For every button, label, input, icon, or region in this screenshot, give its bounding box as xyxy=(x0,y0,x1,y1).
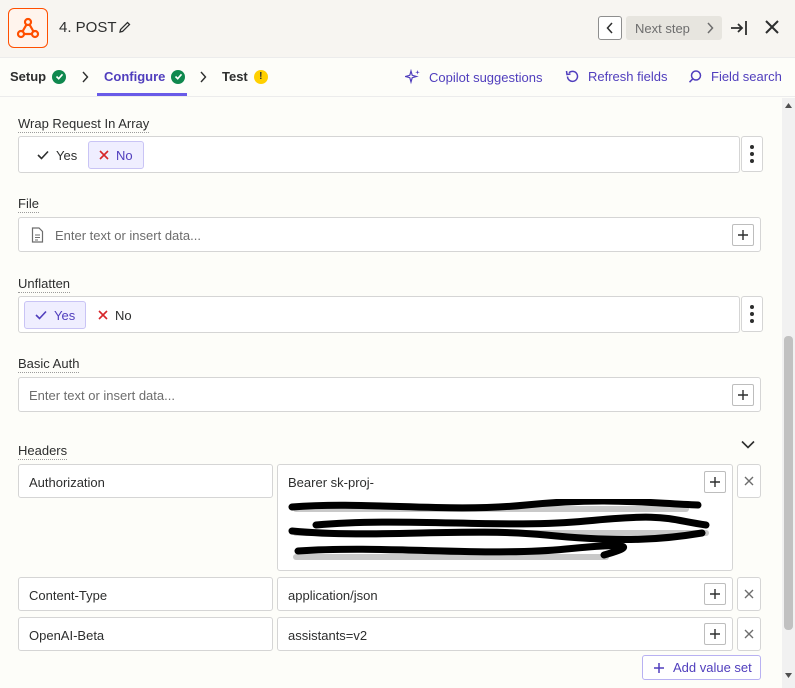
insert-data-button[interactable] xyxy=(732,384,754,406)
header-key-content-type[interactable]: Content-Type xyxy=(18,577,273,611)
plus-icon xyxy=(738,230,748,240)
check-circle-icon xyxy=(171,69,186,84)
collapse-panel-icon[interactable] xyxy=(729,18,749,38)
refresh-label: Refresh fields xyxy=(588,69,668,84)
scrollbar[interactable] xyxy=(782,98,795,688)
previous-step-button[interactable] xyxy=(598,16,622,40)
remove-header-button[interactable] xyxy=(737,577,761,611)
chevron-right-icon xyxy=(82,71,89,83)
basic-auth-label: Basic Auth xyxy=(18,356,80,373)
plus-icon xyxy=(710,589,720,599)
step-header: 4. POST Next step xyxy=(0,0,795,58)
chevron-right-icon xyxy=(707,22,714,34)
refresh-fields-button[interactable]: Refresh fields xyxy=(565,69,667,84)
more-options-icon[interactable] xyxy=(741,296,763,332)
authorization-value-text: Bearer sk-proj- xyxy=(288,475,374,490)
tab-setup[interactable]: Setup xyxy=(10,69,67,84)
more-options-icon[interactable] xyxy=(741,136,763,172)
redaction-scribble xyxy=(288,499,710,560)
remove-header-button[interactable] xyxy=(737,617,761,651)
wrap-request-no-option[interactable]: No xyxy=(88,141,144,169)
chevron-down-icon[interactable] xyxy=(741,440,755,449)
unflatten-yes-option[interactable]: Yes xyxy=(24,301,87,329)
content-type-value-text: application/json xyxy=(288,588,378,603)
insert-data-button[interactable] xyxy=(704,583,726,605)
header-value-openai-beta[interactable]: assistants=v2 xyxy=(277,617,733,651)
openai-beta-value-text: assistants=v2 xyxy=(288,628,368,643)
remove-header-button[interactable] xyxy=(737,464,761,498)
yes-label: Yes xyxy=(54,307,76,323)
search-icon xyxy=(688,70,702,83)
sparkle-icon xyxy=(405,69,420,85)
insert-data-button[interactable] xyxy=(704,623,726,645)
chevron-left-icon xyxy=(606,22,613,34)
next-step-label: Next step xyxy=(635,20,690,36)
unflatten-no-option[interactable]: No xyxy=(88,301,142,329)
scrollbar-thumb[interactable] xyxy=(784,336,793,630)
pencil-icon[interactable] xyxy=(118,20,132,34)
scroll-up-icon[interactable] xyxy=(785,102,792,109)
x-icon xyxy=(99,150,109,160)
step-title: 4. POST xyxy=(59,19,117,36)
tab-setup-label: Setup xyxy=(10,69,47,84)
plus-icon xyxy=(654,662,664,673)
tab-configure[interactable]: Configure xyxy=(104,69,186,84)
unflatten-label: Unflatten xyxy=(18,276,71,293)
no-label: No xyxy=(115,307,132,323)
field-search-label: Field search xyxy=(711,69,782,84)
header-key-authorization[interactable]: Authorization xyxy=(18,464,273,498)
headers-label: Headers xyxy=(18,443,68,460)
close-icon xyxy=(744,589,754,599)
refresh-icon xyxy=(565,70,579,83)
check-circle-icon xyxy=(52,69,67,84)
wrap-request-yes-option[interactable]: Yes xyxy=(27,141,87,169)
insert-data-button[interactable] xyxy=(732,224,754,246)
scroll-down-icon[interactable] xyxy=(785,672,792,679)
plus-icon xyxy=(738,390,748,400)
no-label: No xyxy=(116,147,133,163)
check-icon xyxy=(35,310,47,320)
header-value-authorization[interactable]: Bearer sk-proj- xyxy=(277,464,733,571)
step-tabs: Setup Configure Test ! Copilot suggestio… xyxy=(0,58,795,97)
add-value-set-label: Add value set xyxy=(673,660,752,675)
file-input[interactable]: Enter text or insert data... xyxy=(18,217,761,252)
webhook-icon xyxy=(8,8,48,48)
tab-test[interactable]: Test ! xyxy=(222,69,268,84)
close-icon xyxy=(744,629,754,639)
chevron-right-icon xyxy=(200,71,207,83)
yes-label: Yes xyxy=(56,147,78,163)
check-icon xyxy=(37,150,49,160)
basic-auth-placeholder: Enter text or insert data... xyxy=(29,388,175,403)
header-value-content-type[interactable]: application/json xyxy=(277,577,733,611)
active-tab-indicator xyxy=(97,93,187,96)
add-value-set-button[interactable]: Add value set xyxy=(642,655,761,680)
wrap-request-toggle: Yes No xyxy=(18,136,740,173)
x-icon xyxy=(98,310,108,320)
close-icon[interactable] xyxy=(763,18,781,36)
document-icon xyxy=(31,227,44,243)
plus-icon xyxy=(710,477,720,487)
unflatten-toggle: Yes No xyxy=(18,296,740,333)
file-label: File xyxy=(18,196,39,213)
close-icon xyxy=(744,476,754,486)
next-step-button[interactable]: Next step xyxy=(626,16,722,40)
plus-icon xyxy=(710,629,720,639)
configure-form: Wrap Request In Array Yes No File Enter … xyxy=(0,98,782,688)
copilot-label: Copilot suggestions xyxy=(429,69,543,85)
field-search-button[interactable]: Field search xyxy=(688,69,782,84)
warning-icon: ! xyxy=(253,69,268,84)
tab-test-label: Test xyxy=(222,69,248,84)
wrap-request-label: Wrap Request In Array xyxy=(18,116,150,133)
file-placeholder: Enter text or insert data... xyxy=(55,228,201,243)
tab-configure-label: Configure xyxy=(104,69,166,84)
basic-auth-input[interactable]: Enter text or insert data... xyxy=(18,377,761,412)
copilot-suggestions-button[interactable]: Copilot suggestions xyxy=(405,69,542,85)
header-key-openai-beta[interactable]: OpenAI-Beta xyxy=(18,617,273,651)
insert-data-button[interactable] xyxy=(704,471,726,493)
